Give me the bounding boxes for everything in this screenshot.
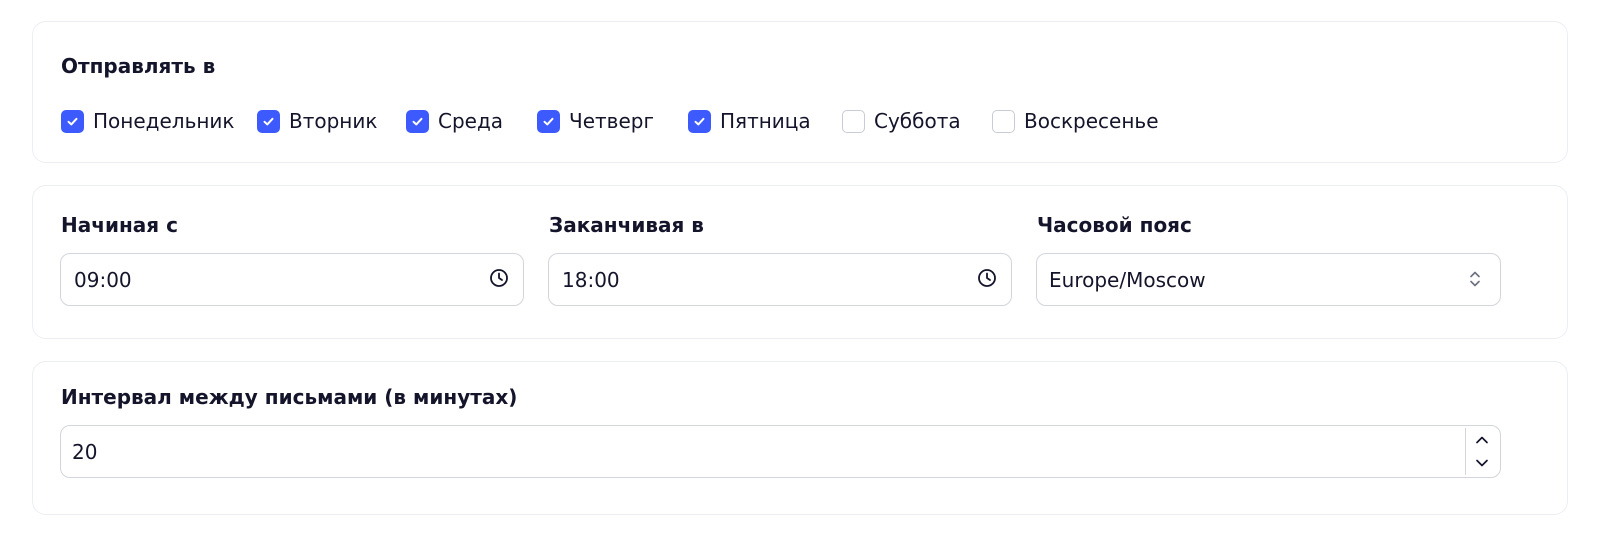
interval-input[interactable]: 20	[60, 425, 1501, 478]
interval-label: Интервал между письмами (в минутах)	[61, 385, 518, 409]
clock-icon[interactable]	[489, 268, 509, 288]
end-time-value: 18:00	[562, 267, 620, 292]
start-time-value: 09:00	[74, 267, 132, 292]
chevron-down-icon[interactable]	[1472, 453, 1492, 473]
check-icon	[694, 117, 705, 125]
checkbox-sunday[interactable]	[992, 109, 1015, 133]
day-label-wednesday: Среда	[438, 109, 504, 133]
interval-value: 20	[72, 439, 98, 464]
day-sunday[interactable]: Воскресенье	[992, 106, 1162, 136]
checkbox-friday[interactable]	[688, 109, 711, 133]
check-icon	[263, 117, 274, 125]
day-label-monday: Понедельник	[93, 109, 235, 133]
day-label-sunday: Воскресенье	[1024, 109, 1159, 133]
clock-icon[interactable]	[977, 268, 997, 288]
end-time-label: Заканчивая в	[549, 213, 704, 237]
timezone-value: Europe/Moscow	[1049, 267, 1206, 292]
timezone-label: Часовой пояс	[1037, 213, 1192, 237]
send-days-card: Отправлять в Понедельник Вторник Среда Ч…	[32, 21, 1568, 163]
day-saturday[interactable]: Суббота	[842, 106, 992, 136]
chevron-up-icon[interactable]	[1472, 430, 1492, 450]
check-icon	[543, 117, 554, 125]
send-days-title: Отправлять в	[61, 54, 216, 78]
end-time-input[interactable]: 18:00	[548, 253, 1012, 306]
day-label-thursday: Четверг	[569, 109, 654, 133]
timezone-select[interactable]: Europe/Moscow	[1036, 253, 1501, 306]
day-thursday[interactable]: Четверг	[537, 106, 688, 136]
interval-card: Интервал между письмами (в минутах) 20	[32, 361, 1568, 515]
checkbox-tuesday[interactable]	[257, 109, 280, 133]
checkbox-monday[interactable]	[61, 109, 84, 133]
checkbox-wednesday[interactable]	[406, 109, 429, 133]
day-label-saturday: Суббота	[874, 109, 961, 133]
day-wednesday[interactable]: Среда	[406, 106, 537, 136]
check-icon	[67, 117, 78, 125]
time-window-card: Начиная с 09:00 Заканчивая в 18:00 Часов…	[32, 185, 1568, 339]
days-checkbox-group: Понедельник Вторник Среда Четверг Пятниц…	[61, 106, 1162, 136]
day-label-tuesday: Вторник	[289, 109, 378, 133]
start-time-label: Начиная с	[61, 213, 178, 237]
stepper-divider	[1465, 428, 1466, 475]
day-tuesday[interactable]: Вторник	[257, 106, 406, 136]
day-friday[interactable]: Пятница	[688, 106, 842, 136]
check-icon	[412, 117, 423, 125]
start-time-input[interactable]: 09:00	[60, 253, 524, 306]
day-monday[interactable]: Понедельник	[61, 106, 257, 136]
checkbox-saturday[interactable]	[842, 109, 865, 133]
day-label-friday: Пятница	[720, 109, 811, 133]
checkbox-thursday[interactable]	[537, 109, 560, 133]
chevron-up-down-icon	[1468, 269, 1482, 289]
